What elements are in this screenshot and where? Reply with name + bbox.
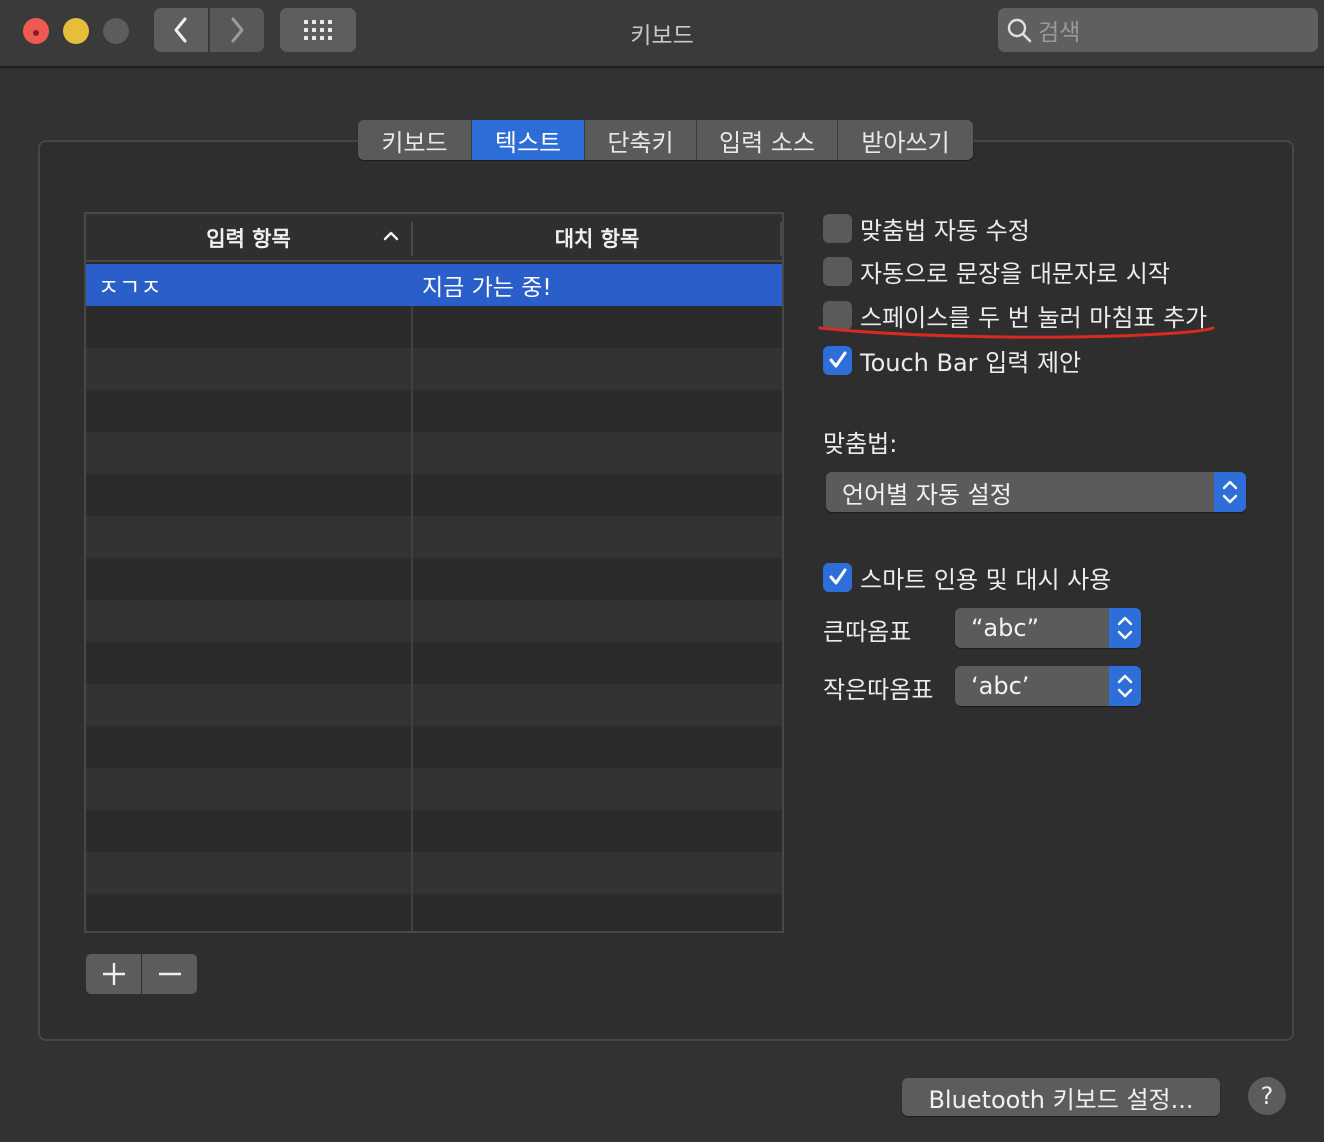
up-down-chevron-icon <box>1222 480 1238 504</box>
checkmark-icon <box>829 568 846 585</box>
empty-row <box>86 852 782 894</box>
up-down-chevron-icon <box>1117 674 1133 698</box>
smart-quotes-checkbox[interactable] <box>823 562 852 592</box>
empty-row <box>86 768 782 810</box>
column-divider <box>782 262 784 933</box>
empty-row <box>86 558 782 600</box>
column-divider <box>411 306 413 931</box>
option-auto-correct[interactable]: 맞춤법 자동 수정 <box>823 213 1030 245</box>
empty-row <box>86 600 782 642</box>
smart-quotes-label: 스마트 인용 및 대시 사용 <box>860 565 1112 594</box>
plus-icon <box>102 963 125 985</box>
cell-replace: ㅈㄱㅈ <box>98 275 162 301</box>
red-underline-annotation <box>818 326 1215 339</box>
sort-ascending-icon <box>383 231 399 241</box>
empty-row <box>86 726 782 768</box>
auto-capitalize-label: 자동으로 문장을 대문자로 시작 <box>860 259 1170 288</box>
empty-row <box>86 684 782 726</box>
help-button[interactable]: ? <box>1248 1077 1286 1115</box>
column-header-replace[interactable]: 입력 항목 <box>86 214 411 262</box>
empty-row <box>86 474 782 516</box>
option-smart-quotes[interactable]: 스마트 인용 및 대시 사용 <box>823 562 1112 594</box>
search-field[interactable]: 검색 <box>998 8 1318 52</box>
spelling-value: 언어별 자동 설정 <box>842 480 1012 509</box>
spelling-label: 맞춤법: <box>823 430 898 458</box>
tab-dictation[interactable]: 받아쓰기 <box>838 120 973 160</box>
search-icon <box>1007 18 1032 43</box>
empty-row <box>86 642 782 684</box>
option-touch-bar[interactable]: Touch Bar 입력 제안 <box>823 345 1082 377</box>
tab-input-sources[interactable]: 입력 소스 <box>697 120 838 160</box>
double-quotes-value: “abc” <box>971 614 1040 642</box>
text-replacement-table[interactable]: 입력 항목 대치 항목 ㅈㄱㅈ 지금 가는 중! <box>84 212 784 933</box>
auto-correct-checkbox[interactable] <box>823 213 852 243</box>
double-quotes-popup[interactable]: “abc” <box>955 608 1141 648</box>
remove-replacement-button[interactable] <box>142 954 197 994</box>
empty-row <box>86 516 782 558</box>
minus-icon <box>158 972 181 976</box>
popup-stepper <box>1109 608 1141 648</box>
column-divider <box>780 222 782 256</box>
option-auto-capitalize[interactable]: 자동으로 문장을 대문자로 시작 <box>823 256 1170 288</box>
empty-row <box>86 390 782 432</box>
tab-bar: 키보드 텍스트 단축키 입력 소스 받아쓰기 <box>358 120 973 160</box>
single-quotes-popup[interactable]: ‘abc’ <box>955 666 1141 706</box>
tab-shortcuts[interactable]: 단축키 <box>585 120 697 160</box>
empty-row <box>86 306 782 348</box>
cell-with: 지금 가는 중! <box>422 275 552 301</box>
tab-text[interactable]: 텍스트 <box>472 120 585 160</box>
bluetooth-keyboard-setup-button[interactable]: Bluetooth 키보드 설정... <box>902 1078 1220 1116</box>
column-header-with[interactable]: 대치 항목 <box>412 214 782 262</box>
empty-row <box>86 348 782 390</box>
empty-row <box>86 810 782 852</box>
double-quotes-label: 큰따옴표 <box>823 618 912 646</box>
title-bar: 키보드 검색 <box>0 0 1324 68</box>
popup-stepper <box>1214 472 1246 512</box>
spelling-popup[interactable]: 언어별 자동 설정 <box>826 472 1246 512</box>
auto-capitalize-checkbox[interactable] <box>823 256 852 286</box>
touch-bar-checkbox[interactable] <box>823 345 852 375</box>
empty-row <box>86 432 782 474</box>
table-header: 입력 항목 대치 항목 <box>86 214 782 262</box>
single-quotes-label: 작은따옴표 <box>823 676 934 704</box>
auto-correct-label: 맞춤법 자동 수정 <box>860 216 1030 245</box>
tab-keyboard[interactable]: 키보드 <box>358 120 472 160</box>
single-quotes-value: ‘abc’ <box>971 672 1030 700</box>
add-replacement-button[interactable] <box>86 954 141 994</box>
touch-bar-label: Touch Bar 입력 제안 <box>860 348 1082 377</box>
table-row[interactable]: ㅈㄱㅈ 지금 가는 중! <box>86 264 782 306</box>
empty-row <box>86 894 782 931</box>
checkmark-icon <box>829 351 846 368</box>
popup-stepper <box>1109 666 1141 706</box>
up-down-chevron-icon <box>1117 616 1133 640</box>
search-placeholder: 검색 <box>1038 20 1081 46</box>
